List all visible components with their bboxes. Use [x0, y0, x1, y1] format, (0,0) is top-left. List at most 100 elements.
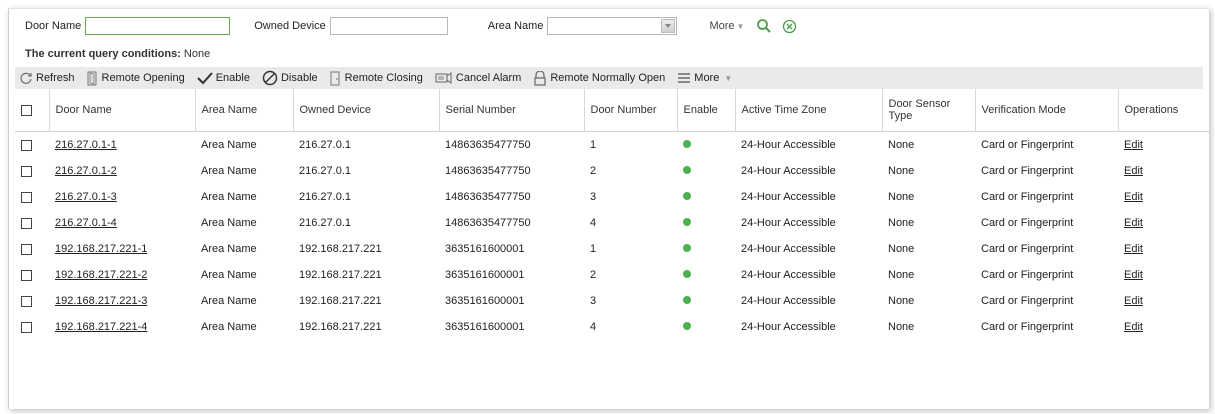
column-header[interactable]: Area Name: [195, 89, 294, 132]
edit-link[interactable]: Edit: [1124, 295, 1143, 307]
edit-link[interactable]: Edit: [1124, 269, 1143, 281]
column-header[interactable]: Verification Mode: [975, 89, 1119, 132]
column-header[interactable]: Operations: [1118, 89, 1209, 132]
row-checkbox[interactable]: [21, 269, 32, 281]
door-closed-icon: [330, 71, 340, 85]
column-header[interactable]: Owned Device: [293, 89, 440, 132]
row-select-cell[interactable]: [15, 210, 49, 236]
row-checkbox[interactable]: [21, 191, 32, 203]
serial-number-cell: 14863635477750: [445, 217, 531, 229]
row-select-cell[interactable]: [15, 158, 49, 184]
serial-number-cell: 14863635477750: [445, 165, 531, 177]
toolbar: Refresh Remote Opening Enable Disable Re…: [15, 67, 1203, 89]
sensor-type-cell: None: [888, 295, 915, 307]
time-zone-cell: 24-Hour Accessible: [741, 139, 836, 151]
cancel-alarm-button[interactable]: Cancel Alarm: [435, 71, 521, 85]
row-checkbox[interactable]: [21, 139, 32, 151]
row-checkbox[interactable]: [21, 295, 32, 307]
enable-cell: [677, 132, 735, 159]
door-name-cell: 216.27.0.1-4: [49, 210, 195, 236]
row-checkbox[interactable]: [21, 321, 32, 333]
remote-normally-open-button[interactable]: Remote Normally Open: [533, 70, 665, 86]
enabled-status-icon: [683, 244, 691, 252]
area-name-select[interactable]: [547, 17, 678, 35]
table-row[interactable]: 216.27.0.1-3 Area Name 216.27.0.1 148636354…: [15, 184, 1209, 210]
column-header[interactable]: Door Name: [49, 89, 196, 132]
more-filters-button[interactable]: More ▼: [709, 20, 744, 32]
door-name-link[interactable]: 216.27.0.1-4: [55, 217, 117, 229]
edit-link[interactable]: Edit: [1124, 139, 1143, 151]
row-checkbox[interactable]: [21, 217, 32, 229]
column-header[interactable]: Active Time Zone: [735, 89, 883, 132]
select-all-cell[interactable]: [15, 89, 50, 132]
column-header[interactable]: Door Number: [584, 89, 678, 132]
more-actions-button[interactable]: More ▼: [677, 72, 732, 84]
table-row[interactable]: 216.27.0.1-4 Area Name 216.27.0.1 148636354…: [15, 210, 1209, 236]
owned-device-cell: 192.168.217.221: [299, 321, 382, 333]
table-row[interactable]: 192.168.217.221-3 Area Name 192.168.217.22…: [15, 288, 1209, 314]
time-zone-cell: 24-Hour Accessible: [741, 217, 836, 229]
enable-button[interactable]: Enable: [196, 71, 250, 85]
remote-closing-button[interactable]: Remote Closing: [330, 71, 423, 86]
column-header[interactable]: Enable: [677, 89, 736, 132]
select-all-checkbox[interactable]: [21, 104, 32, 116]
verification-mode-cell: Card or Fingerprint: [981, 321, 1074, 333]
sensor-type-cell: None: [888, 191, 915, 203]
edit-link[interactable]: Edit: [1124, 217, 1143, 229]
enable-label: Enable: [215, 72, 250, 84]
row-select-cell[interactable]: [15, 184, 49, 210]
serial-number-cell: 3635161600001: [445, 321, 525, 333]
door-name-link[interactable]: 192.168.217.221-1: [55, 243, 147, 255]
owned-device-cell: 216.27.0.1: [299, 191, 351, 203]
door-name-link[interactable]: 216.27.0.1-3: [55, 191, 117, 203]
verification-mode-cell: Card or Fingerprint: [981, 165, 1074, 177]
door-name-link[interactable]: 216.27.0.1-2: [55, 165, 117, 177]
edit-link[interactable]: Edit: [1124, 243, 1143, 255]
operations-cell: Edit: [1118, 132, 1209, 159]
row-select-cell[interactable]: [15, 288, 49, 314]
door-name-link[interactable]: 192.168.217.221-2: [55, 269, 147, 281]
door-name-cell: 216.27.0.1-2: [49, 158, 195, 184]
door-name-input[interactable]: [85, 17, 231, 35]
filter-bar: Door Name Owned Device Area Name More ▼: [9, 9, 1209, 43]
row-select-cell[interactable]: [15, 314, 49, 340]
row-select-cell[interactable]: [15, 132, 49, 159]
area-name-cell: Area Name: [201, 295, 257, 307]
door-name-link[interactable]: 192.168.217.221-4: [55, 321, 147, 333]
remote-opening-button[interactable]: Remote Opening: [87, 71, 185, 86]
disable-label: Disable: [280, 72, 318, 84]
row-select-cell[interactable]: [15, 262, 49, 288]
search-icon[interactable]: [756, 18, 772, 34]
more-actions-label: More: [694, 72, 720, 84]
enabled-status-icon: [683, 166, 691, 174]
verification-mode-cell: Card or Fingerprint: [981, 217, 1074, 229]
owned-device-cell: 192.168.217.221: [299, 243, 382, 255]
owned-device-input[interactable]: [329, 17, 448, 35]
edit-link[interactable]: Edit: [1124, 191, 1143, 203]
table-row[interactable]: 192.168.217.221-4 Area Name 192.168.217.22…: [15, 314, 1209, 340]
clear-icon[interactable]: [782, 19, 797, 34]
door-name-cell: 216.27.0.1-1: [49, 132, 195, 159]
door-name-link[interactable]: 216.27.0.1-1: [55, 139, 117, 151]
table-row[interactable]: 216.27.0.1-2 Area Name 216.27.0.1 148636354…: [15, 158, 1209, 184]
more-filters-label: More: [709, 20, 735, 32]
edit-link[interactable]: Edit: [1124, 321, 1143, 333]
serial-number-cell: 14863635477750: [445, 139, 531, 151]
table-row[interactable]: 216.27.0.1-1 Area Name 216.27.0.1 148636354…: [15, 132, 1209, 159]
door-name-link[interactable]: 192.168.217.221-3: [55, 295, 147, 307]
table-row[interactable]: 192.168.217.221-1 Area Name 192.168.217.22…: [15, 236, 1209, 262]
edit-link[interactable]: Edit: [1124, 165, 1143, 177]
dropdown-arrow-icon[interactable]: [661, 19, 676, 33]
row-checkbox[interactable]: [21, 165, 32, 177]
row-select-cell[interactable]: [15, 236, 49, 262]
table-row[interactable]: 192.168.217.221-2 Area Name 192.168.217.22…: [15, 262, 1209, 288]
enable-cell: [677, 210, 735, 236]
column-header[interactable]: Serial Number: [439, 89, 585, 132]
refresh-button[interactable]: Refresh: [19, 71, 75, 85]
row-checkbox[interactable]: [21, 243, 32, 255]
disable-button[interactable]: Disable: [262, 70, 318, 86]
column-header[interactable]: Door Sensor Type: [882, 89, 976, 132]
lock-open-icon: [534, 70, 546, 86]
area-name-label: Area Name: [487, 20, 544, 32]
enabled-status-icon: [683, 192, 691, 200]
